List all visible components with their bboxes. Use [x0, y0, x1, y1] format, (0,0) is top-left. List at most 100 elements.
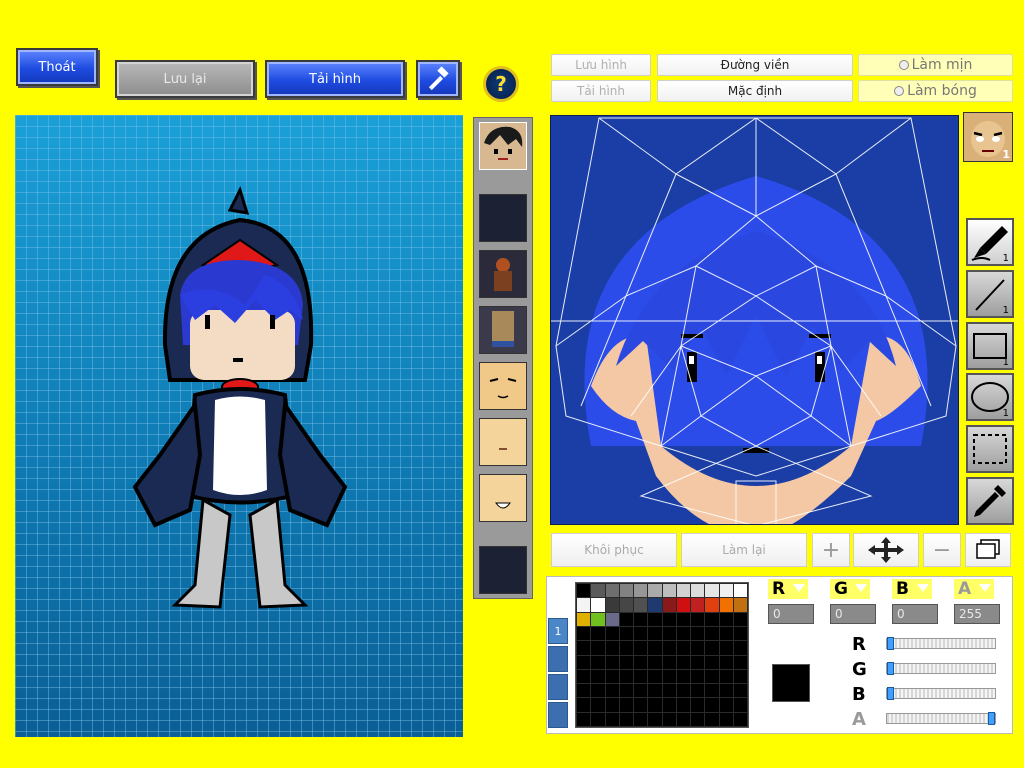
- palette-swatch[interactable]: [632, 668, 649, 685]
- palette-swatch[interactable]: [618, 668, 635, 685]
- palette-swatch[interactable]: [575, 711, 592, 728]
- default-button[interactable]: Mặc định: [657, 80, 853, 102]
- part-slot-empty-2[interactable]: [479, 546, 527, 594]
- slider-handle[interactable]: [887, 662, 894, 675]
- palette-swatch[interactable]: [704, 611, 720, 627]
- palette-tab-3[interactable]: [548, 674, 568, 700]
- palette-swatch[interactable]: [575, 625, 592, 642]
- palette-swatch[interactable]: [647, 711, 663, 728]
- alpha-channel-label[interactable]: A: [954, 579, 994, 599]
- palette-swatch[interactable]: [575, 654, 592, 670]
- palette-swatch[interactable]: [647, 683, 663, 699]
- palette-swatch[interactable]: [590, 668, 606, 685]
- face-texture-editor[interactable]: [550, 115, 959, 525]
- palette-swatch[interactable]: [604, 697, 620, 713]
- palette-swatch[interactable]: [689, 711, 706, 728]
- palette-swatch[interactable]: [732, 597, 749, 613]
- palette-swatch[interactable]: [618, 711, 635, 728]
- load-image-button[interactable]: Tải hình: [551, 80, 651, 102]
- palette-swatch[interactable]: [675, 640, 692, 656]
- palette-swatch[interactable]: [632, 697, 649, 713]
- palette-swatch[interactable]: [632, 640, 649, 656]
- part-slot-face-1[interactable]: [479, 362, 527, 410]
- palette-swatch[interactable]: [575, 683, 592, 699]
- part-slot-face-3[interactable]: [479, 474, 527, 522]
- palette-swatch[interactable]: [675, 582, 692, 599]
- palette-swatch[interactable]: [718, 611, 734, 627]
- palette-swatch[interactable]: [590, 597, 606, 613]
- palette-swatch[interactable]: [718, 597, 734, 613]
- palette-swatch[interactable]: [732, 668, 749, 685]
- slider-handle[interactable]: [887, 637, 894, 650]
- slider-handle[interactable]: [887, 687, 894, 700]
- hammer-button[interactable]: [416, 60, 460, 98]
- palette-swatch[interactable]: [647, 697, 663, 713]
- palette-swatch[interactable]: [604, 597, 620, 613]
- palette-swatch[interactable]: [647, 597, 663, 613]
- palette-swatch[interactable]: [675, 668, 692, 685]
- palette-swatch[interactable]: [618, 611, 635, 627]
- palette-swatch[interactable]: [590, 697, 606, 713]
- palette-swatch[interactable]: [689, 697, 706, 713]
- palette-swatch[interactable]: [704, 625, 720, 642]
- palette-swatch[interactable]: [661, 625, 677, 642]
- eyedropper-tool[interactable]: [966, 477, 1014, 525]
- palette-swatch[interactable]: [675, 611, 692, 627]
- palette-swatch[interactable]: [675, 683, 692, 699]
- palette-swatch[interactable]: [575, 611, 592, 627]
- palette-tab-1[interactable]: 1: [548, 618, 568, 644]
- palette-swatch[interactable]: [604, 668, 620, 685]
- palette-swatch[interactable]: [632, 582, 649, 599]
- palette-swatch[interactable]: [732, 640, 749, 656]
- palette-swatch[interactable]: [647, 611, 663, 627]
- layer-button[interactable]: [965, 533, 1011, 567]
- character-preview[interactable]: [15, 115, 463, 737]
- save-image-button[interactable]: Lưu hình: [551, 54, 651, 76]
- palette-swatch[interactable]: [575, 668, 592, 685]
- palette-tab-2[interactable]: [548, 646, 568, 672]
- palette-swatch[interactable]: [618, 597, 635, 613]
- move-button[interactable]: [853, 533, 919, 567]
- blue-slider[interactable]: [886, 687, 996, 700]
- part-slot-face-2[interactable]: [479, 418, 527, 466]
- palette-swatch[interactable]: [647, 582, 663, 599]
- alpha-slider[interactable]: [886, 712, 996, 725]
- palette-swatch[interactable]: [704, 697, 720, 713]
- palette-swatch[interactable]: [718, 582, 734, 599]
- palette-swatch[interactable]: [675, 597, 692, 613]
- palette-swatch[interactable]: [704, 711, 720, 728]
- help-button[interactable]: ?: [483, 66, 519, 102]
- palette-swatch[interactable]: [590, 582, 606, 599]
- rectangle-tool[interactable]: 1: [966, 322, 1014, 370]
- save-button[interactable]: Lưu lại: [115, 60, 255, 98]
- palette-swatch[interactable]: [718, 683, 734, 699]
- red-slider[interactable]: [886, 637, 996, 650]
- palette-swatch[interactable]: [590, 683, 606, 699]
- palette-swatch[interactable]: [689, 625, 706, 642]
- palette-swatch[interactable]: [689, 640, 706, 656]
- palette-swatch[interactable]: [632, 711, 649, 728]
- palette-swatch[interactable]: [632, 683, 649, 699]
- palette-swatch[interactable]: [604, 654, 620, 670]
- palette-swatch[interactable]: [689, 654, 706, 670]
- palette-swatch[interactable]: [575, 597, 592, 613]
- palette-swatch[interactable]: [689, 668, 706, 685]
- shine-option[interactable]: Làm bóng: [858, 80, 1013, 102]
- palette-swatch[interactable]: [718, 711, 734, 728]
- exit-button[interactable]: Thoát: [16, 48, 98, 86]
- palette-swatch[interactable]: [661, 654, 677, 670]
- palette-swatch[interactable]: [618, 683, 635, 699]
- zoom-in-button[interactable]: +: [812, 533, 850, 567]
- palette-swatch[interactable]: [689, 582, 706, 599]
- palette-swatch[interactable]: [704, 683, 720, 699]
- palette-swatch[interactable]: [675, 711, 692, 728]
- palette-swatch[interactable]: [661, 668, 677, 685]
- palette-swatch[interactable]: [732, 683, 749, 699]
- palette-swatch[interactable]: [590, 640, 606, 656]
- palette-swatch[interactable]: [661, 683, 677, 699]
- palette-swatch[interactable]: [632, 625, 649, 642]
- reload-button[interactable]: Tải hình: [265, 60, 405, 98]
- palette-swatch[interactable]: [689, 683, 706, 699]
- palette-swatch[interactable]: [718, 654, 734, 670]
- palette-swatch[interactable]: [618, 582, 635, 599]
